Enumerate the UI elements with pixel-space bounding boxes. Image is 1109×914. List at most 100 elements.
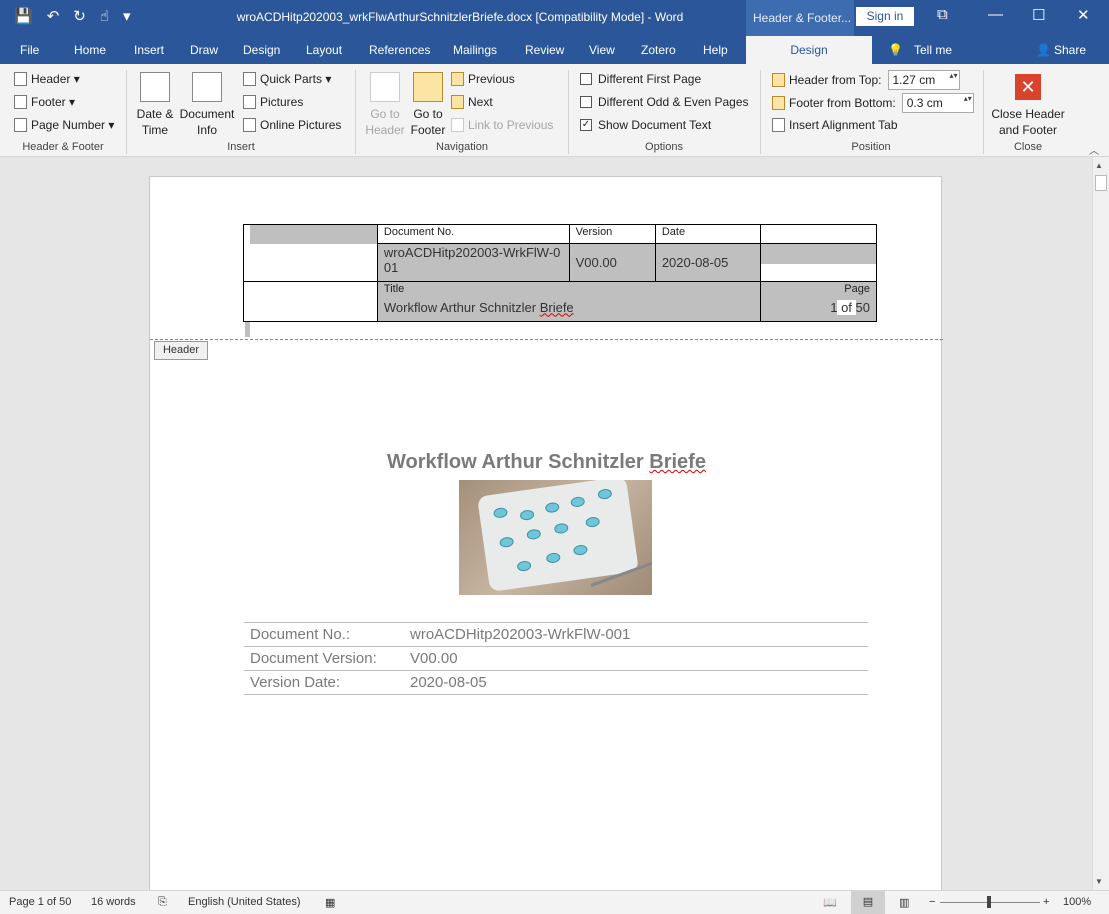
maximize-button[interactable]: ☐ — [1032, 6, 1045, 24]
tab-mailings[interactable]: Mailings — [453, 43, 497, 57]
footer-icon — [14, 95, 27, 109]
collapse-ribbon-icon[interactable]: ︿ — [1089, 142, 1099, 157]
proofing-icon[interactable]: ⎘ — [158, 896, 167, 909]
close-x-icon: ✕ — [1015, 74, 1041, 100]
go-to-footer-button[interactable]: Go to Footer — [408, 72, 448, 138]
scroll-thumb[interactable] — [1095, 175, 1107, 191]
header-from-top-field: Header from Top: 1.27 cm — [772, 70, 960, 90]
zoom-in-button[interactable]: + — [1043, 896, 1049, 908]
scroll-down-icon[interactable]: ▼ — [1095, 877, 1103, 886]
version-label: Version — [568, 223, 656, 245]
zoom-slider-thumb[interactable] — [987, 896, 991, 908]
previous-button[interactable]: Previous — [451, 72, 515, 86]
quick-parts-icon — [243, 72, 256, 86]
header-empty-cell — [760, 243, 877, 282]
ribbon-tabs: File Home Insert Draw Design Layout Refe… — [0, 36, 1109, 64]
close-header-footer-button[interactable]: ✕ Close Header and Footer — [990, 74, 1066, 138]
sign-in-button[interactable]: Sign in — [856, 7, 914, 26]
minimize-button[interactable]: — — [988, 6, 1003, 23]
tab-header-footer-design[interactable]: Design — [746, 36, 872, 64]
group-separator — [568, 70, 569, 154]
table-row: Version Date: 2020-08-05 — [244, 670, 868, 695]
zoom-level[interactable]: 100% — [1063, 896, 1091, 908]
checkbox-checked-icon: ✓ — [580, 119, 592, 131]
tab-view[interactable]: View — [589, 43, 615, 57]
close-window-button[interactable]: ✕ — [1077, 6, 1090, 24]
ribbon: Header ▾ Footer ▾ Page Number ▾ Header &… — [0, 64, 1109, 157]
different-first-page-checkbox[interactable]: Different First Page — [580, 72, 701, 86]
page-label: Page — [844, 282, 870, 295]
page-cell: Page 1 of 50 — [760, 280, 877, 323]
cover-image[interactable] — [459, 480, 652, 595]
doc-no-label: Document No. — [376, 223, 570, 245]
tab-file[interactable]: File — [20, 43, 39, 57]
header-logo-cell — [243, 224, 378, 282]
tab-draw[interactable]: Draw — [190, 43, 218, 57]
show-document-text-checkbox[interactable]: ✓ Show Document Text — [580, 118, 711, 132]
link-to-previous-button[interactable]: Link to Previous — [451, 118, 553, 132]
info-value: 2020-08-05 — [404, 670, 868, 695]
tab-design[interactable]: Design — [243, 43, 280, 57]
title-value: Workflow Arthur Schnitzler Briefe — [383, 299, 574, 315]
info-label: Version Date: — [244, 670, 404, 695]
tab-insert[interactable]: Insert — [134, 43, 164, 57]
share-button[interactable]: Share — [1054, 43, 1086, 57]
scroll-up-icon[interactable]: ▲ — [1095, 161, 1103, 170]
document-info-icon — [192, 72, 222, 102]
next-icon — [451, 95, 464, 109]
macro-icon[interactable]: ▦ — [325, 896, 335, 909]
group-separator — [760, 70, 761, 154]
group-label-position: Position — [851, 141, 891, 153]
footer-button[interactable]: Footer ▾ — [14, 95, 75, 109]
tab-layout[interactable]: Layout — [306, 43, 342, 57]
document-page: Document No. Version Date wroACDHitp2020… — [149, 176, 943, 890]
info-label: Document Version: — [244, 646, 404, 671]
header-empty-cell — [760, 223, 877, 245]
online-pictures-button[interactable]: Online Pictures — [243, 118, 341, 132]
print-layout-icon[interactable]: ▤ — [851, 891, 885, 914]
calendar-icon — [140, 72, 170, 102]
document-info-button[interactable]: Document Info — [178, 72, 236, 138]
date-time-button[interactable]: Date & Time — [134, 72, 176, 138]
different-odd-even-checkbox[interactable]: Different Odd & Even Pages — [580, 95, 749, 109]
tab-zotero[interactable]: Zotero — [641, 43, 676, 57]
go-to-header-button[interactable]: Go to Header — [365, 72, 405, 138]
pictures-button[interactable]: Pictures — [243, 95, 303, 109]
tab-help[interactable]: Help — [703, 43, 728, 57]
tab-review[interactable]: Review — [525, 43, 564, 57]
info-value: wroACDHitp202003-WrkFlW-001 — [404, 622, 868, 647]
insert-alignment-tab-button[interactable]: Insert Alignment Tab — [772, 118, 898, 132]
group-label-insert: Insert — [227, 141, 255, 153]
language-indicator[interactable]: English (United States) — [188, 896, 301, 908]
page-count[interactable]: Page 1 of 50 — [9, 896, 71, 908]
doc-no-value: wroACDHitp202003-WrkFlW-001 — [376, 243, 570, 282]
zoom-out-button[interactable]: − — [929, 896, 935, 908]
cover-title: Workflow Arthur Schnitzler Briefe — [387, 451, 706, 473]
ribbon-display-options-icon[interactable]: ⧉ — [937, 6, 948, 23]
quick-parts-button[interactable]: Quick Parts ▾ — [243, 72, 331, 86]
word-count[interactable]: 16 words — [91, 896, 136, 908]
group-label-header-footer: Header & Footer — [22, 141, 104, 153]
page-number-button[interactable]: Page Number ▾ — [14, 118, 114, 132]
date-value: 2020-08-05 — [654, 243, 762, 282]
footer-from-bottom-input[interactable]: 0.3 cm — [901, 93, 974, 113]
info-value: V00.00 — [404, 646, 868, 671]
read-mode-icon[interactable]: 📖 — [823, 896, 837, 909]
vertical-scrollbar[interactable]: ▲ ▼ — [1092, 157, 1109, 890]
tab-home[interactable]: Home — [74, 43, 106, 57]
previous-icon — [451, 72, 464, 86]
table-row: Document No.: wroACDHitp202003-WrkFlW-00… — [244, 622, 868, 647]
group-separator — [126, 70, 127, 154]
title-label: Title — [383, 282, 405, 295]
header-from-top-input[interactable]: 1.27 cm — [887, 70, 960, 90]
checkbox-unchecked-icon — [580, 96, 592, 108]
tab-references[interactable]: References — [369, 43, 430, 57]
version-value: V00.00 — [568, 243, 656, 282]
group-label-navigation: Navigation — [436, 141, 488, 153]
header-tag: Header — [154, 341, 208, 360]
web-layout-icon[interactable]: ▥ — [899, 896, 909, 909]
tell-me-box[interactable]: Tell me — [914, 43, 952, 57]
next-button[interactable]: Next — [451, 95, 493, 109]
header-button[interactable]: Header ▾ — [14, 72, 80, 86]
title-cell: Title Workflow Arthur Schnitzler Briefe — [376, 280, 762, 323]
